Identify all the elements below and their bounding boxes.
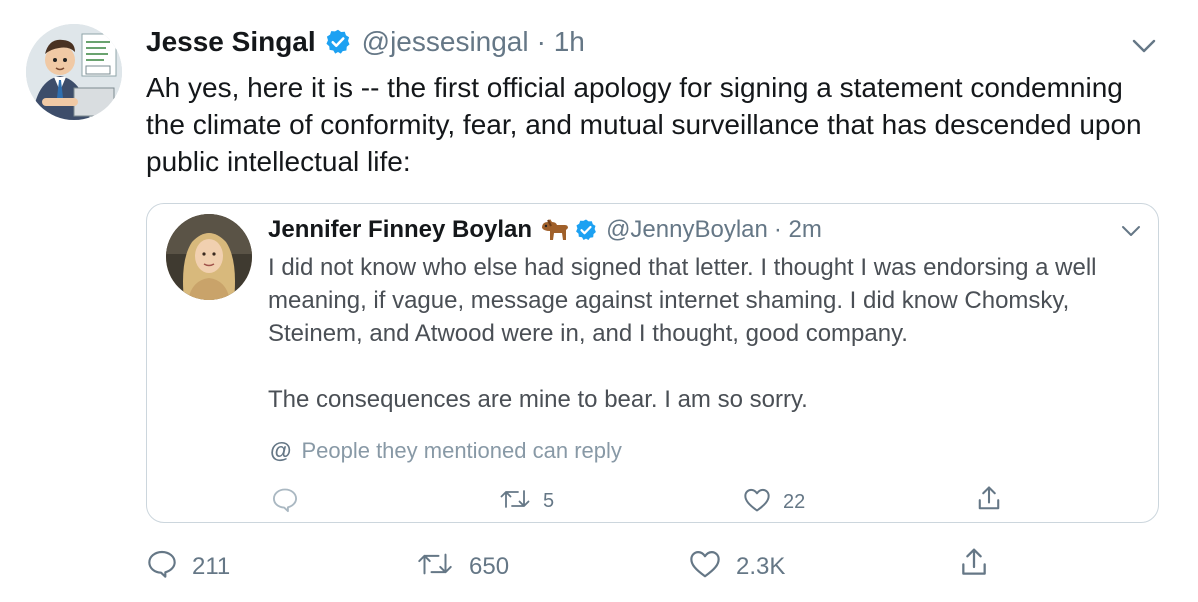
reply-button[interactable]: 211: [146, 549, 230, 584]
like-count: 2.3K: [736, 552, 786, 580]
quoted-author-handle[interactable]: @JennyBoylan: [606, 216, 768, 244]
author-avatar-illustration: [26, 24, 122, 120]
verified-badge-icon: [324, 28, 352, 56]
reply-restriction-label: People they mentioned can reply: [301, 438, 622, 463]
quoted-tweet-text: I did not know who else had signed that …: [268, 251, 1148, 416]
chevron-down-icon[interactable]: [1130, 36, 1158, 56]
quoted-reply-button[interactable]: [271, 487, 299, 518]
verified-badge-icon: [574, 218, 598, 242]
reply-count: 211: [192, 552, 231, 580]
tweet-timestamp[interactable]: · 1h: [537, 26, 585, 58]
quoted-share-button[interactable]: [975, 484, 1003, 519]
retweet-count: 5: [543, 490, 555, 512]
quoted-tweet-paragraph: I did not know who else had signed that …: [268, 254, 1097, 347]
like-button[interactable]: 2.3K: [688, 549, 785, 584]
quoted-author-avatar[interactable]: [166, 214, 252, 300]
quoted-tweet-timestamp[interactable]: · 2m: [774, 216, 822, 244]
share-button[interactable]: [958, 545, 990, 586]
dog-emoji-icon: [538, 218, 569, 242]
reply-restriction-note: @ People they mentioned can reply: [270, 438, 622, 464]
quoted-tweet-paragraph: The consequences are mine to bear. I am …: [268, 386, 808, 413]
quoted-retweet-button[interactable]: 5: [499, 487, 554, 516]
author-handle[interactable]: @jessesingal: [362, 26, 529, 58]
share-icon: [975, 484, 1003, 519]
quoted-like-button[interactable]: 22: [743, 487, 805, 518]
reply-icon: [146, 549, 178, 584]
tweet-text: Ah yes, here it is -- the first official…: [146, 72, 1142, 177]
retweet-icon: [415, 550, 455, 583]
quoted-tweet-header: Jennifer Finney Boylan @JennyBoylan · 2m: [268, 216, 822, 244]
retweet-icon: [499, 487, 531, 516]
author-avatar[interactable]: [26, 24, 122, 120]
at-icon: @: [270, 438, 292, 463]
author-name[interactable]: Jesse Singal: [146, 26, 316, 58]
quoted-tweet[interactable]: Jennifer Finney Boylan @JennyBoylan · 2m…: [146, 203, 1159, 523]
reply-icon: [271, 487, 299, 518]
like-icon: [743, 487, 771, 518]
share-icon: [958, 545, 990, 586]
like-count: 22: [783, 491, 806, 513]
quoted-author-name[interactable]: Jennifer Finney Boylan: [268, 216, 532, 244]
chevron-down-icon[interactable]: [1120, 223, 1142, 239]
quoted-avatar-photo: [166, 214, 252, 300]
tweet-header: Jesse Singal @jessesingal · 1h: [146, 26, 585, 58]
like-icon: [688, 549, 722, 584]
retweet-button[interactable]: 650: [415, 550, 509, 583]
retweet-count: 650: [469, 552, 510, 580]
